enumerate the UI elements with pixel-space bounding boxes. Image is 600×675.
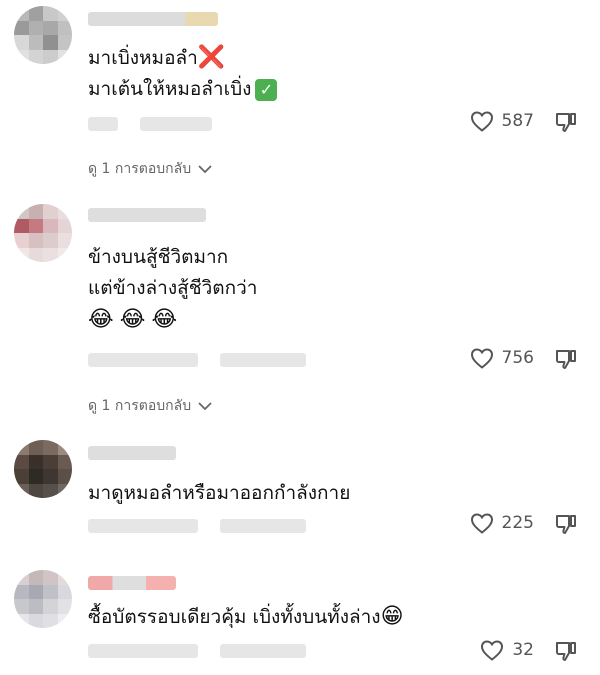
- like-count: 587: [501, 111, 534, 131]
- comment-text: มาดูหมอลำหรือมาออกกำลังกาย: [88, 478, 350, 509]
- heart-outline-icon: [470, 513, 493, 534]
- username[interactable]: [88, 576, 176, 590]
- avatar[interactable]: [14, 6, 72, 64]
- chevron-down-icon: [198, 165, 212, 174]
- avatar[interactable]: [14, 204, 72, 262]
- thumbs-down-icon[interactable]: [554, 347, 578, 371]
- heart-outline-icon: [470, 111, 493, 132]
- timestamp-and-reply: [88, 644, 306, 658]
- username[interactable]: [88, 12, 218, 26]
- comment-text: มาเบิ่งหมอลำ❌ มาเต้นให้หมอลำเบิ่ง ✓: [88, 42, 278, 105]
- timestamp-and-reply: [88, 519, 306, 533]
- heart-outline-icon: [470, 348, 493, 369]
- like-count: 32: [512, 640, 534, 660]
- grinning-emoji: 😁: [380, 604, 404, 629]
- cross-mark-icon: ❌: [197, 45, 226, 70]
- check-mark-icon: ✓: [255, 78, 278, 101]
- like-button[interactable]: 32: [480, 639, 534, 661]
- tears-of-joy-emoji: 😂: [88, 306, 114, 332]
- avatar[interactable]: [14, 440, 72, 498]
- replies-label: ดู 1 การตอบกลับ: [88, 161, 192, 177]
- like-button[interactable]: 225: [470, 512, 534, 534]
- thumbs-down-icon[interactable]: [554, 110, 578, 134]
- replies-label: ดู 1 การตอบกลับ: [88, 398, 192, 414]
- heart-outline-icon: [481, 640, 504, 661]
- like-button[interactable]: 587: [470, 110, 534, 132]
- comment-line-1: มาเบิ่งหมอลำ: [88, 47, 198, 69]
- thumbs-down-icon[interactable]: [554, 512, 578, 536]
- view-replies-button[interactable]: ดู 1 การตอบกลับ: [88, 158, 212, 180]
- thumbs-down-icon[interactable]: [554, 639, 578, 663]
- like-count: 225: [501, 513, 534, 533]
- emoji-row: 😂 😂 😂: [88, 304, 257, 335]
- username[interactable]: [88, 446, 176, 460]
- comment-line-1: ข้างบนสู้ชีวิตมาก: [88, 246, 229, 268]
- view-replies-button[interactable]: ดู 1 การตอบกลับ: [88, 395, 212, 417]
- chevron-down-icon: [198, 402, 212, 411]
- like-button[interactable]: 756: [470, 347, 534, 369]
- tears-of-joy-emoji: 😂: [119, 306, 146, 332]
- comment-line-1: ซื้อบัตรรอบเดียวคุ้ม เบิ่งทั้งบนทั้งล่าง: [88, 606, 381, 628]
- username[interactable]: [88, 208, 206, 222]
- like-count: 756: [501, 348, 534, 368]
- comment-text: ข้างบนสู้ชีวิตมาก แต่ข้างล่างสู้ชีวิตกว่…: [88, 242, 257, 335]
- comment-line-1: มาดูหมอลำหรือมาออกกำลังกาย: [88, 482, 351, 504]
- comment-line-2: มาเต้นให้หมอลำเบิ่ง: [88, 78, 252, 100]
- timestamp-and-reply: [88, 117, 212, 131]
- avatar[interactable]: [14, 570, 72, 628]
- timestamp-and-reply: [88, 353, 306, 367]
- tears-of-joy-emoji: 😂: [151, 306, 178, 332]
- comment-line-2: แต่ข้างล่างสู้ชีวิตกว่า: [88, 277, 258, 299]
- comment-text: ซื้อบัตรรอบเดียวคุ้ม เบิ่งทั้งบนทั้งล่าง…: [88, 602, 404, 633]
